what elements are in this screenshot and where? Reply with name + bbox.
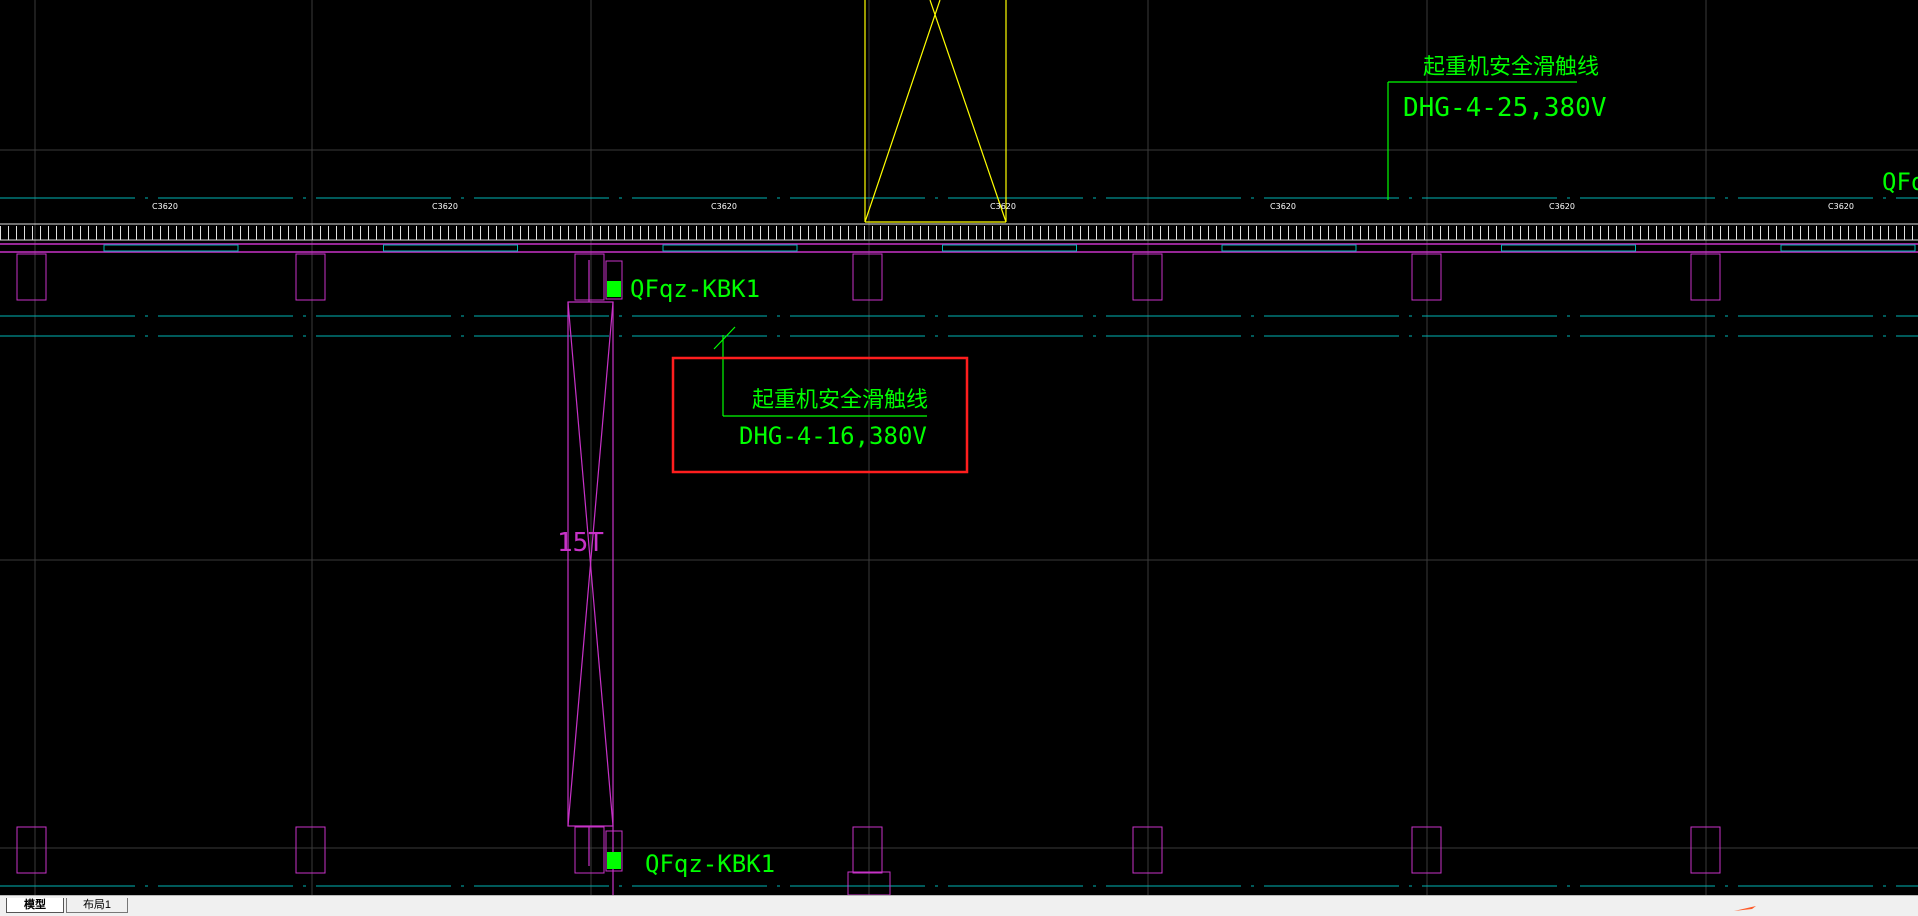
conductor-segment: [1780, 244, 1916, 252]
column-top: [16, 253, 47, 301]
crane-capacity-label: 15T: [557, 528, 604, 558]
cad-application: C3620 C3620 C3620 C3620 C3620 C3620 C3620 15T …: [0, 0, 1918, 916]
callout-top-right-title: 起重机安全滑触线: [1423, 55, 1599, 80]
conductor-segment: [383, 244, 518, 252]
rail-dimension-label: C3620: [1270, 202, 1296, 211]
hoist-frame: [864, 0, 1007, 223]
rail-dimension-label: C3620: [990, 202, 1016, 211]
conductor-segment: [1501, 244, 1636, 252]
axis-lines: [0, 197, 1918, 887]
rail-dimension-label: C3620: [152, 202, 178, 211]
rail-dimension-label: C3620: [432, 202, 458, 211]
switch-label-upper: QFqz-KBK1: [630, 275, 760, 303]
cyan-conductor-segments: [103, 244, 1916, 252]
layout-tab-bar: 模型 布局1: [0, 895, 1918, 916]
rail-dimension-label: C3620: [1549, 202, 1575, 211]
drawing-canvas[interactable]: C3620 C3620 C3620 C3620 C3620 C3620 C3620 15T …: [0, 0, 1918, 895]
arrow-cursor-icon: [1734, 906, 1756, 911]
switch-label-lower: QFqz-KBK1: [645, 850, 775, 878]
callout-highlighted-title: 起重机安全滑触线: [752, 388, 928, 413]
column-bottom: [16, 826, 47, 874]
highlight-box: [671, 356, 969, 474]
tab-layout1[interactable]: 布局1: [66, 898, 128, 913]
callout-highlighted-spec: DHG-4-16,380V: [739, 422, 927, 450]
switch-lower: [605, 830, 623, 872]
switch-label-edge: QFq: [1882, 168, 1918, 196]
conductor-segment: [662, 244, 798, 252]
conductor-segment: [942, 244, 1077, 252]
rail-dimension-label: C3620: [1828, 202, 1854, 211]
grid-lines: [0, 0, 1918, 895]
column-top: [295, 253, 326, 301]
callout-top-right-spec: DHG-4-25,380V: [1403, 93, 1607, 123]
column-top: [852, 253, 883, 301]
crane-rail: [0, 223, 1918, 253]
switch-upper: [605, 260, 623, 300]
tab-model[interactable]: 模型: [6, 898, 64, 913]
rail-dimension-labels: C3620 C3620 C3620 C3620 C3620 C3620 C3620: [152, 202, 1854, 211]
conductor-segment: [1221, 244, 1357, 252]
rail-dimension-label: C3620: [711, 202, 737, 211]
column-bottom: [852, 826, 883, 874]
column-bottom: [295, 826, 326, 874]
conductor-segment: [103, 244, 239, 252]
